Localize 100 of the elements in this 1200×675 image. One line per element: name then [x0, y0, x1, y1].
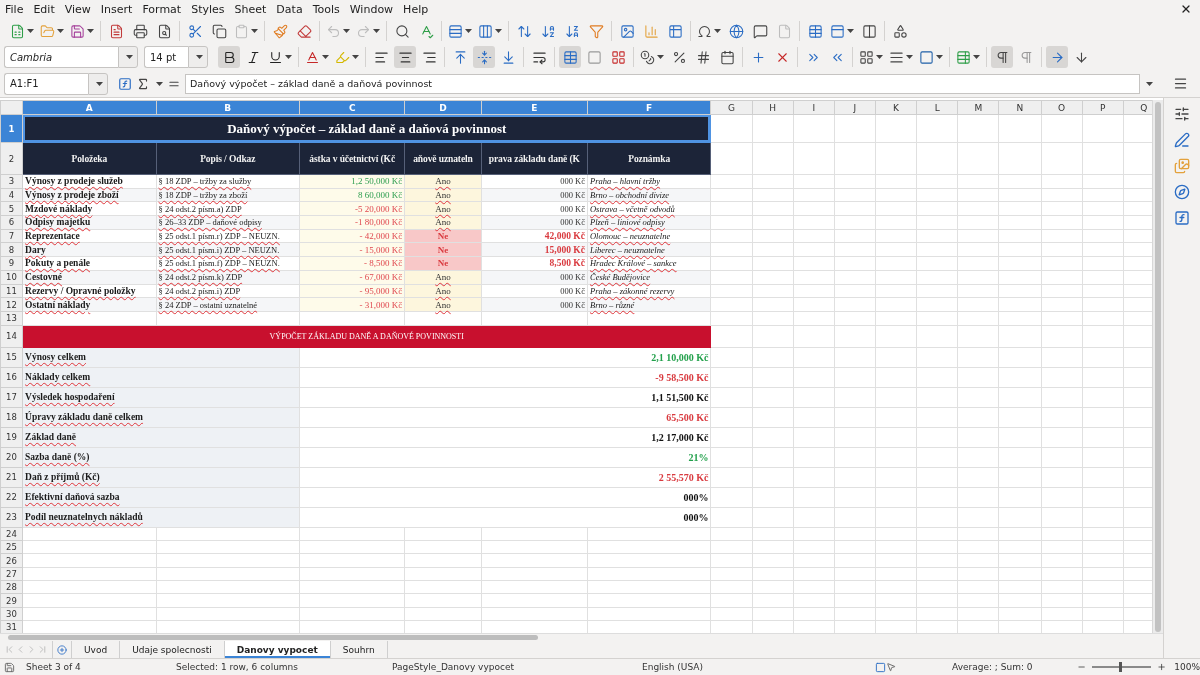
- row-header[interactable]: 14: [0, 325, 23, 348]
- menu-item[interactable]: Insert: [95, 2, 138, 16]
- font-name-field[interactable]: Cambria: [4, 46, 118, 68]
- align-center-button[interactable]: [394, 46, 416, 68]
- row-header[interactable]: 19: [0, 427, 23, 448]
- zoom-thumb[interactable]: [1118, 662, 1122, 672]
- column-header[interactable]: J: [834, 100, 876, 115]
- sheet-indicator: Sheet 3 of 4: [26, 662, 81, 672]
- table-cell: Mzdové náklady: [22, 201, 156, 216]
- sheet-tab[interactable]: Danovy vypocet: [224, 641, 331, 658]
- menu-item[interactable]: Styles: [186, 2, 230, 16]
- column-header[interactable]: Q: [1123, 100, 1152, 115]
- row-header[interactable]: 21: [0, 467, 23, 488]
- pen-icon[interactable]: [1174, 132, 1190, 148]
- caret-icon: [322, 55, 329, 59]
- column-heading: Popis / Odkaz: [156, 142, 300, 175]
- border-color-icon: [919, 49, 934, 65]
- left-to-right-icon: [994, 49, 1010, 65]
- column-header[interactable]: B: [156, 100, 300, 115]
- clone-formatting-icon: [272, 23, 288, 39]
- print-preview-icon: [156, 23, 172, 39]
- cursor-icon: [885, 662, 896, 672]
- row-header[interactable]: 16: [0, 367, 23, 388]
- merge-center-button[interactable]: [559, 46, 581, 68]
- new-spreadsheet-icon: [10, 23, 25, 39]
- column-heading: ástka v účetnictví (Kč: [299, 142, 405, 175]
- menu-item[interactable]: Edit: [28, 2, 60, 16]
- caret-icon: [285, 55, 292, 59]
- column-header[interactable]: C: [299, 100, 405, 115]
- column-header[interactable]: H: [752, 100, 794, 115]
- close-icon[interactable]: [1180, 3, 1192, 15]
- caret-icon: [156, 81, 163, 86]
- menu-item[interactable]: Sheet: [229, 2, 272, 16]
- undo-icon: [326, 23, 341, 39]
- caret-icon: [87, 29, 94, 33]
- column-header[interactable]: D: [404, 100, 482, 115]
- row-header[interactable]: 18: [0, 407, 23, 428]
- text-vertical-icon: [1073, 49, 1089, 65]
- menu-item[interactable]: View: [59, 2, 96, 16]
- add-decimal-icon: [750, 49, 766, 65]
- formula-field[interactable]: Daňový výpočet – základ daně a daňová povinnost: [185, 73, 1140, 94]
- table-cell: § 25 odst.1 písm.f) ZDP – NEUZN.: [156, 256, 300, 271]
- menu-item[interactable]: Format: [137, 2, 187, 16]
- shapes-icon: [892, 23, 908, 39]
- sum-icon[interactable]: [136, 76, 150, 91]
- dropdown-button[interactable]: [88, 72, 108, 95]
- caret-icon: [57, 29, 64, 33]
- bold-button[interactable]: [218, 46, 240, 68]
- column-heading: aňově uznateln: [404, 142, 482, 175]
- zoom-in-icon[interactable]: [1157, 662, 1167, 672]
- table-cell: 1,2 17,000 Kč: [299, 427, 711, 448]
- caret-icon: [657, 55, 664, 59]
- menu-item[interactable]: File: [0, 2, 29, 16]
- column-header[interactable]: P: [1082, 100, 1124, 115]
- caret-icon: [495, 29, 502, 33]
- table-cell: § 24 odst.2 písm.k) ZDP: [156, 270, 300, 284]
- section-heading: VÝPOČET ZÁKLADU DANĚ A DAŇOVÉ POVINNOSTI: [22, 325, 711, 348]
- row-header[interactable]: 2: [0, 142, 23, 175]
- currency-format-icon: [640, 49, 655, 65]
- row-header[interactable]: 17: [0, 387, 23, 408]
- font-size-field[interactable]: 14 pt: [144, 46, 188, 68]
- column-heading: Položeka: [22, 142, 156, 175]
- menu-item[interactable]: Window: [344, 2, 399, 16]
- row-header[interactable]: 15: [0, 347, 23, 368]
- dropdown-button[interactable]: [118, 46, 138, 68]
- row-header[interactable]: 22: [0, 487, 23, 508]
- column-header[interactable]: E: [481, 100, 588, 115]
- column-header[interactable]: G: [710, 100, 753, 115]
- compass-icon[interactable]: [1174, 184, 1190, 200]
- column-header[interactable]: N: [998, 100, 1041, 115]
- menu-item[interactable]: Tools: [307, 2, 345, 16]
- function-icon[interactable]: [1174, 210, 1190, 226]
- caret-icon: [195, 55, 203, 59]
- column-header[interactable]: I: [793, 100, 835, 115]
- column-header[interactable]: M: [957, 100, 999, 115]
- scrollbar-thumb[interactable]: [8, 635, 538, 640]
- left-to-right-button[interactable]: [991, 46, 1013, 68]
- selection-mode-icon[interactable]: [874, 661, 886, 673]
- copy-icon: [211, 23, 227, 39]
- menu-item[interactable]: Data: [271, 2, 308, 16]
- properties-icon[interactable]: [1174, 106, 1190, 122]
- text-horizontal-button[interactable]: [1046, 46, 1068, 68]
- column-header[interactable]: F: [587, 100, 711, 115]
- row-header[interactable]: 23: [0, 507, 23, 528]
- name-box[interactable]: A1:F1: [4, 72, 88, 95]
- add-sheet-icon[interactable]: [57, 644, 67, 655]
- column-header[interactable]: O: [1041, 100, 1083, 115]
- column-header[interactable]: L: [916, 100, 958, 115]
- sort-icon: [516, 23, 532, 39]
- function-wizard-icon[interactable]: [118, 76, 132, 91]
- column-header[interactable]: A: [22, 100, 156, 115]
- menu-item[interactable]: Help: [398, 2, 434, 16]
- wrap-text-icon: [531, 49, 547, 65]
- column-header[interactable]: K: [875, 100, 917, 115]
- align-middle-button[interactable]: [473, 46, 495, 68]
- dropdown-button[interactable]: [188, 46, 208, 68]
- menu-icon[interactable]: [1173, 76, 1188, 91]
- row-header[interactable]: 20: [0, 447, 23, 468]
- row-header[interactable]: 1: [0, 114, 23, 143]
- filter-icon: [588, 23, 604, 39]
